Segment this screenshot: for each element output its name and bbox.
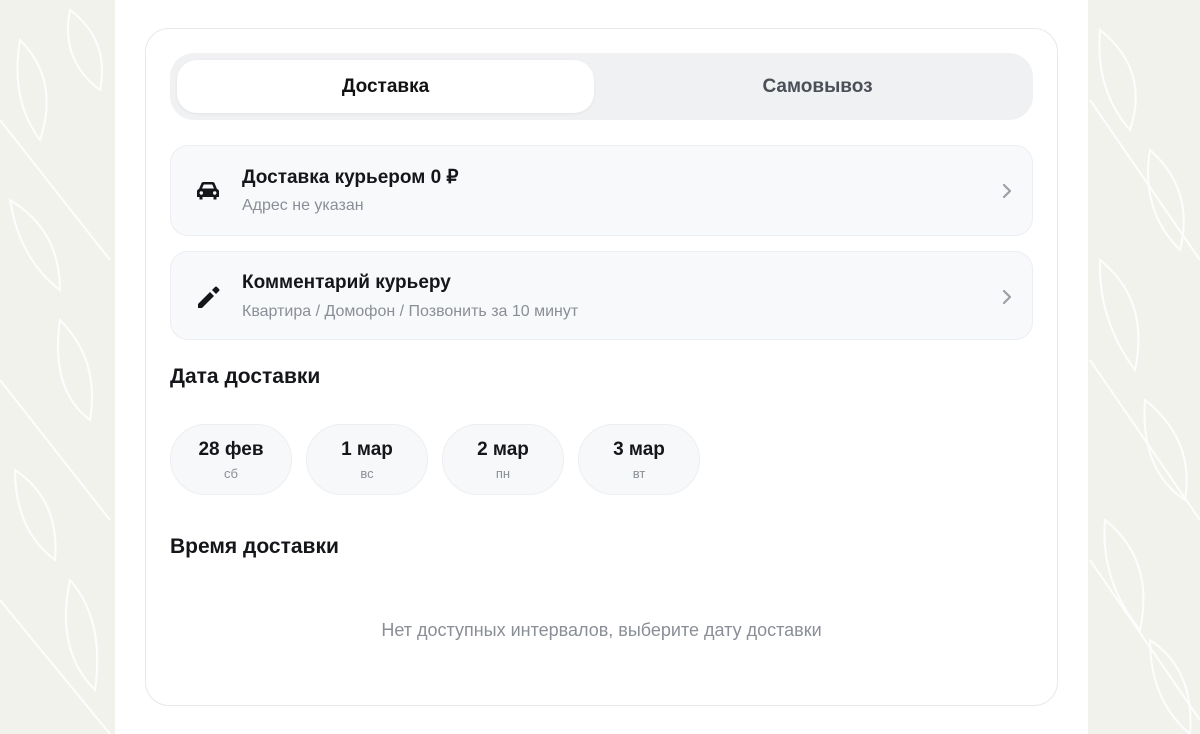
- tab-delivery[interactable]: Доставка: [177, 60, 594, 113]
- chevron-right-icon: [1002, 183, 1012, 199]
- courier-address-status: Адрес не указан: [242, 197, 364, 214]
- tab-pickup[interactable]: Самовывоз: [609, 60, 1026, 113]
- date-option-weekday: вс: [360, 466, 374, 481]
- date-option-weekday: вт: [632, 466, 646, 481]
- courier-comment-placeholder: Квартира / Домофон / Позвонить за 10 мин…: [242, 303, 579, 320]
- delivery-method-tabs: Доставка Самовывоз: [170, 53, 1033, 120]
- chevron-right-icon: [1002, 289, 1012, 305]
- delivery-time-heading: Время доставки: [170, 535, 339, 558]
- date-option-weekday: пн: [495, 466, 511, 481]
- date-option[interactable]: 3 мар вт: [578, 424, 700, 495]
- date-option-weekday: сб: [224, 466, 238, 481]
- date-option-day: 3 мар: [613, 439, 665, 460]
- date-option-day: 2 мар: [477, 439, 529, 460]
- car-icon: [197, 182, 219, 200]
- delivery-date-heading: Дата доставки: [170, 365, 321, 388]
- date-option[interactable]: 1 мар вс: [306, 424, 428, 495]
- courier-comment-row[interactable]: Комментарий курьеру Квартира / Домофон /…: [170, 251, 1033, 340]
- date-option-day: 1 мар: [341, 439, 393, 460]
- courier-delivery-title: Доставка курьером 0 ₽: [242, 167, 459, 188]
- courier-comment-title: Комментарий курьеру: [242, 272, 451, 293]
- no-intervals-message: Нет доступных интервалов, выберите дату …: [381, 620, 822, 640]
- date-option-day: 28 фев: [198, 439, 264, 460]
- pencil-icon: [198, 286, 220, 308]
- courier-delivery-row[interactable]: Доставка курьером 0 ₽ Адрес не указан: [170, 145, 1033, 236]
- date-option[interactable]: 28 фев сб: [170, 424, 292, 495]
- date-option[interactable]: 2 мар пн: [442, 424, 564, 495]
